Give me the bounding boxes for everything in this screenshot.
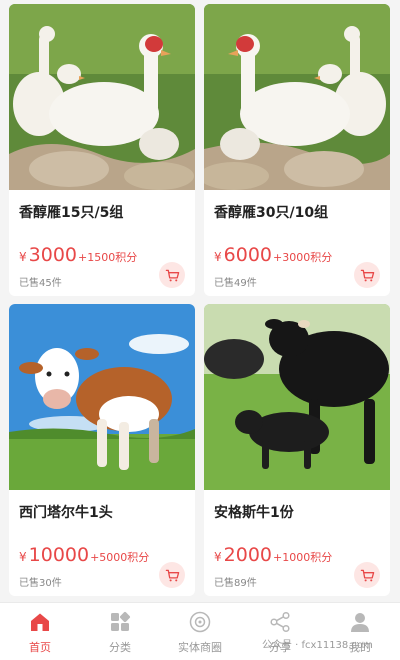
product-name: 西门塔尔牛1头 bbox=[19, 505, 113, 521]
cart-icon bbox=[165, 569, 179, 581]
tab-label: 实体商圈 bbox=[178, 641, 222, 654]
price-amount: 10000 bbox=[28, 544, 90, 566]
price-amount: 2000 bbox=[223, 544, 272, 566]
product-image-cow[interactable] bbox=[9, 304, 195, 490]
product-image-geese[interactable] bbox=[9, 4, 195, 190]
points-bonus: +5000积分 bbox=[90, 551, 150, 564]
add-to-cart-button[interactable] bbox=[159, 262, 185, 288]
geese-photo bbox=[204, 4, 390, 190]
product-name: 香醇雁15只/5组 bbox=[19, 205, 124, 221]
user-icon bbox=[348, 610, 372, 634]
add-to-cart-button[interactable] bbox=[159, 562, 185, 588]
sold-count: 已售89件 bbox=[214, 578, 257, 589]
currency-symbol: ¥ bbox=[214, 550, 222, 564]
tab-store-circle[interactable]: 实体商圈 bbox=[160, 603, 240, 660]
bottom-tab-bar: 首页 分类 实体商圈 分享 我的 bbox=[0, 602, 400, 660]
product-grid: 香醇雁15只/5组 ¥ 3000 +1500积分 已售45件 香醇雁30只/10… bbox=[0, 0, 400, 596]
points-bonus: +3000积分 bbox=[273, 251, 333, 264]
points-bonus: +1000积分 bbox=[273, 551, 333, 564]
tab-category[interactable]: 分类 bbox=[80, 603, 160, 660]
category-icon bbox=[108, 610, 132, 634]
product-price: ¥ 3000 +1500积分 bbox=[19, 244, 137, 266]
price-amount: 6000 bbox=[223, 244, 272, 266]
simmental-cow-photo bbox=[9, 304, 195, 490]
currency-symbol: ¥ bbox=[19, 550, 27, 564]
product-card[interactable]: 西门塔尔牛1头 ¥ 10000 +5000积分 已售30件 bbox=[9, 304, 195, 596]
tab-home[interactable]: 首页 bbox=[0, 603, 80, 660]
sold-count: 已售30件 bbox=[19, 578, 62, 589]
store-circle-icon bbox=[188, 610, 212, 634]
cart-icon bbox=[165, 269, 179, 281]
product-name: 安格斯牛1份 bbox=[214, 505, 294, 521]
sold-count: 已售49件 bbox=[214, 278, 257, 289]
product-name: 香醇雁30只/10组 bbox=[214, 205, 329, 221]
currency-symbol: ¥ bbox=[214, 250, 222, 264]
product-card[interactable]: 香醇雁15只/5组 ¥ 3000 +1500积分 已售45件 bbox=[9, 4, 195, 296]
price-amount: 3000 bbox=[28, 244, 77, 266]
tab-share[interactable]: 分享 bbox=[240, 603, 320, 660]
cart-icon bbox=[360, 569, 374, 581]
add-to-cart-button[interactable] bbox=[354, 262, 380, 288]
add-to-cart-button[interactable] bbox=[354, 562, 380, 588]
product-card[interactable]: 安格斯牛1份 ¥ 2000 +1000积分 已售89件 bbox=[204, 304, 390, 596]
angus-cattle-photo bbox=[204, 304, 390, 490]
sold-count: 已售45件 bbox=[19, 278, 62, 289]
cart-icon bbox=[360, 269, 374, 281]
product-price: ¥ 6000 +3000积分 bbox=[214, 244, 332, 266]
currency-symbol: ¥ bbox=[19, 250, 27, 264]
product-image-geese[interactable] bbox=[204, 4, 390, 190]
points-bonus: +1500积分 bbox=[78, 251, 138, 264]
tab-label: 首页 bbox=[29, 641, 51, 654]
tab-profile[interactable]: 我的 bbox=[320, 603, 400, 660]
product-image-cattle[interactable] bbox=[204, 304, 390, 490]
watermark-text: 公众号 · fcx11138.com bbox=[262, 640, 373, 651]
tab-label: 分类 bbox=[109, 641, 131, 654]
product-card[interactable]: 香醇雁30只/10组 ¥ 6000 +3000积分 已售49件 bbox=[204, 4, 390, 296]
home-icon bbox=[28, 610, 52, 634]
share-icon bbox=[268, 610, 292, 634]
product-price: ¥ 10000 +5000积分 bbox=[19, 544, 149, 566]
geese-photo bbox=[9, 4, 195, 190]
product-price: ¥ 2000 +1000积分 bbox=[214, 544, 332, 566]
